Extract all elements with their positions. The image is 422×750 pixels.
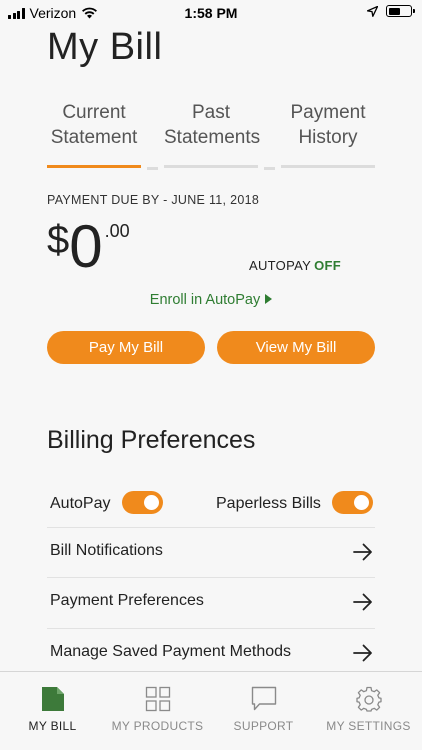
currency-symbol: $ xyxy=(47,218,70,262)
tab-current-statement[interactable]: Current Statement xyxy=(47,100,141,168)
autopay-status: AUTOPAY OFF xyxy=(249,258,341,273)
nav-label: SUPPORT xyxy=(233,719,294,733)
location-arrow-icon xyxy=(367,5,378,17)
clock: 1:58 PM xyxy=(184,5,238,21)
preference-toggles-row: AutoPay Paperless Bills xyxy=(47,486,375,526)
enroll-autopay-label: Enroll in AutoPay xyxy=(149,292,261,308)
list-row-label: Manage Saved Payment Methods xyxy=(50,643,292,660)
list-row-label: Bill Notifications xyxy=(50,542,163,559)
bill-amount: $ 0 .00 xyxy=(47,216,130,278)
nav-label: MY BILL xyxy=(28,719,77,733)
payment-preferences-row[interactable]: Payment Preferences xyxy=(47,577,375,627)
nav-my-products[interactable]: MY PRODUCTS xyxy=(105,672,210,750)
paperless-toggle-label: Paperless Bills xyxy=(216,495,321,512)
autopay-toggle-label: AutoPay xyxy=(50,495,111,512)
nav-my-settings[interactable]: MY SETTINGS xyxy=(316,672,421,750)
enroll-autopay-link[interactable]: Enroll in AutoPay xyxy=(0,292,422,308)
document-icon xyxy=(41,687,64,711)
tab-indicator xyxy=(164,165,258,168)
pay-my-bill-button[interactable]: Pay My Bill xyxy=(47,331,205,364)
page-title: My Bill xyxy=(47,26,163,68)
toggle-knob xyxy=(144,495,159,510)
tab-indicator xyxy=(281,165,375,168)
tab-label-line2: Statements xyxy=(164,127,261,148)
arrow-right-icon xyxy=(353,644,372,662)
amount-cents: .00 xyxy=(104,221,130,241)
nav-support[interactable]: SUPPORT xyxy=(211,672,316,750)
paperless-bills-toggle[interactable] xyxy=(332,491,373,514)
status-bar: Verizon 1:58 PM xyxy=(0,0,422,26)
status-right xyxy=(367,5,415,17)
tab-payment-history[interactable]: Payment History xyxy=(281,100,375,168)
tab-indicator-active xyxy=(47,165,141,168)
arrow-right-icon xyxy=(353,543,372,561)
grid-icon xyxy=(145,686,170,712)
tab-separator xyxy=(147,167,158,170)
nav-label: MY SETTINGS xyxy=(326,719,411,733)
tab-past-statements[interactable]: Past Statements xyxy=(164,100,261,168)
tab-label-line2: History xyxy=(298,127,358,148)
gear-icon xyxy=(355,686,382,712)
payment-due-label: PAYMENT DUE BY - JUNE 11, 2018 xyxy=(47,193,260,207)
amount-whole: 0 xyxy=(69,213,103,280)
tab-separator xyxy=(264,167,275,170)
nav-my-bill[interactable]: MY BILL xyxy=(0,672,105,750)
autopay-toggle[interactable] xyxy=(122,491,163,514)
nav-label: MY PRODUCTS xyxy=(111,719,204,733)
bottom-tab-bar: MY BILL MY PRODUCTS SUPPORT MY SETTINGS xyxy=(0,671,422,750)
arrow-right-icon xyxy=(353,593,372,611)
list-row-label: Payment Preferences xyxy=(50,592,204,609)
statement-tabs: Current Statement Past Statements Paymen… xyxy=(47,100,375,170)
toggle-knob xyxy=(354,495,369,510)
play-arrow-icon xyxy=(265,294,273,304)
autopay-status-label: AUTOPAY xyxy=(249,258,312,273)
view-my-bill-button[interactable]: View My Bill xyxy=(217,331,375,364)
chat-bubble-icon xyxy=(251,686,276,711)
tab-label-line1: Current xyxy=(62,102,126,123)
autopay-status-value: OFF xyxy=(314,258,341,273)
tab-label-line1: Past xyxy=(191,102,231,123)
battery-icon xyxy=(386,5,415,17)
tab-label-line1: Payment xyxy=(290,102,366,123)
billing-preferences-title: Billing Preferences xyxy=(47,426,256,454)
tab-label-line2: Statement xyxy=(50,127,138,148)
bill-notifications-row[interactable]: Bill Notifications xyxy=(47,527,375,577)
